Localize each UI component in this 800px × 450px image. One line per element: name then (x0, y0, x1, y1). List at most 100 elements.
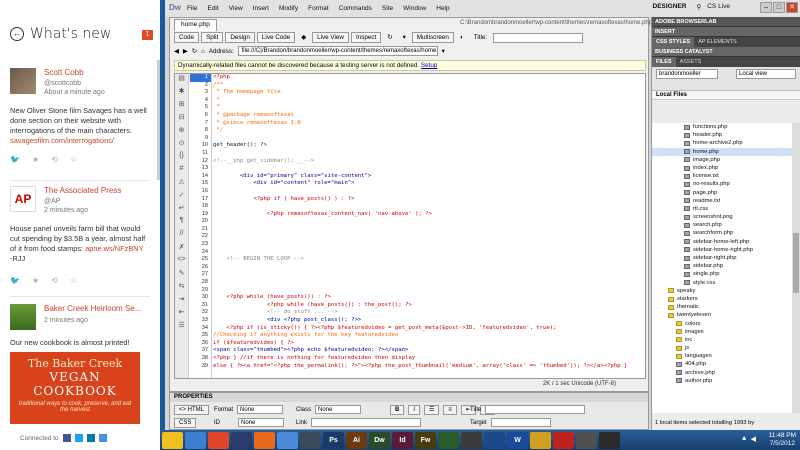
reload-icon[interactable]: ↻ (192, 48, 197, 55)
recent-snippets-icon[interactable]: ✎ (175, 269, 188, 282)
folder-item[interactable]: images (652, 328, 792, 336)
business-catalyst-header[interactable]: BUSINESS CATALYST (652, 47, 800, 57)
maximize-button[interactable]: □ (773, 2, 785, 13)
file-item[interactable]: archive.php (652, 369, 792, 377)
tab-ap-elements[interactable]: AP ELEMENTS (694, 37, 740, 47)
tweet-author-name[interactable]: Scott Cobb (44, 68, 150, 77)
volume-icon[interactable]: ◀ (751, 435, 756, 443)
taskbar-app-icon[interactable]: Dw (369, 431, 390, 449)
taskbar-app-icon[interactable]: Ps (323, 431, 344, 449)
indent-icon[interactable]: ⇥ (175, 295, 188, 308)
taskbar-app-icon[interactable] (231, 431, 252, 449)
menu-insert[interactable]: Insert (253, 5, 269, 12)
split-view-button[interactable]: Split (201, 32, 224, 43)
code-line[interactable] (213, 188, 645, 196)
address-options-icon[interactable]: ▾ (442, 48, 445, 55)
code-line[interactable]: */ (213, 127, 645, 135)
folder-item[interactable]: thematic (652, 303, 792, 311)
move-css-icon[interactable]: ⇆ (175, 282, 188, 295)
taskbar-app-icon[interactable] (254, 431, 275, 449)
code-line[interactable]: <?php while (have_posts()) : the_post();… (213, 302, 645, 310)
code-line[interactable] (213, 279, 645, 287)
menu-format[interactable]: Format (308, 5, 329, 12)
file-item[interactable]: sidebar.php (652, 262, 792, 270)
taskbar-app-icon[interactable] (208, 431, 229, 449)
taskbar-app-icon[interactable] (530, 431, 551, 449)
code-line[interactable]: * @package remaxoftexas (213, 112, 645, 120)
code-line[interactable]: <!-- do stuff ... --> (213, 309, 645, 317)
menu-window[interactable]: Window (403, 5, 426, 12)
code-line[interactable]: <!--__php get_sidebar(); __--> (213, 158, 645, 166)
title-input[interactable] (485, 405, 586, 414)
wrap-tag-icon[interactable]: <> (175, 256, 188, 269)
tweet-author-name[interactable]: Baker Creek Heirloom Se... (44, 304, 150, 313)
tab-files[interactable]: FILES (652, 57, 676, 67)
taskbar-app-icon[interactable] (162, 431, 183, 449)
taskbar-app-icon[interactable] (484, 431, 505, 449)
code-nav-icon[interactable]: ◆ (297, 33, 310, 42)
code-line[interactable]: <?php (213, 74, 645, 82)
facebook-icon[interactable] (62, 434, 71, 442)
code-line[interactable] (213, 218, 645, 226)
taskbar-app-icon[interactable]: W (507, 431, 528, 449)
live-code-button[interactable]: Live Code (256, 32, 296, 43)
format-source-icon[interactable]: ☰ (175, 321, 188, 334)
code-line[interactable]: else { ?><a href="<?php the_permalink();… (213, 363, 645, 371)
code-line[interactable]: <span class="thumbed"><?php echo $featur… (213, 347, 645, 355)
code-line[interactable]: <div id="content" role="main"> (213, 180, 645, 188)
code-line[interactable]: <div id="primary" class="site-content"> (213, 173, 645, 181)
select-parent-tag-icon[interactable]: ⊙ (175, 139, 188, 152)
reply-icon[interactable]: ★ (32, 276, 39, 285)
file-item[interactable]: rtl.css (652, 205, 792, 213)
close-button[interactable]: ✕ (786, 2, 798, 13)
menu-commands[interactable]: Commands (339, 5, 372, 12)
taskbar-app-icon[interactable]: Ai (346, 431, 367, 449)
folder-item[interactable]: languages (652, 352, 792, 360)
file-item[interactable]: 404.php (652, 360, 792, 368)
view-select[interactable]: Local view (736, 69, 796, 79)
file-item[interactable]: screenshot.png (652, 213, 792, 221)
code-line[interactable] (213, 226, 645, 234)
code-line[interactable] (213, 203, 645, 211)
file-item[interactable]: searchform.php (652, 229, 792, 237)
twitter-icon[interactable] (74, 434, 83, 442)
file-tree[interactable]: functions.php header.php home-archive2.php… (652, 123, 792, 413)
taskbar-app-icon[interactable] (553, 431, 574, 449)
inspect-button[interactable]: Inspect (350, 32, 382, 43)
collapse-tag-icon[interactable]: ⊞ (175, 100, 188, 113)
code-line[interactable] (213, 271, 645, 279)
folder-item[interactable]: colors (652, 320, 792, 328)
source-code[interactable]: <?php/** * The homepage file. * * * @pac… (213, 74, 645, 370)
open-documents-icon[interactable]: ▤ (175, 74, 188, 87)
remove-comment-icon[interactable]: ✗ (175, 243, 188, 256)
file-item[interactable]: page.php (652, 189, 792, 197)
network-icon[interactable]: ▲ (741, 435, 748, 443)
cookbook-image[interactable]: The Baker Creek VEGAN COOKBOOK tradition… (10, 352, 140, 424)
file-item[interactable]: image.php (652, 156, 792, 164)
code-view-button[interactable]: Code (174, 32, 200, 43)
workspace-switcher[interactable]: DESIGNER (653, 3, 687, 11)
taskbar-clock[interactable]: 11:48 PM 7/5/2012 (769, 432, 796, 448)
taskbar-app-icon[interactable] (599, 431, 620, 449)
tweet-author-name[interactable]: The Associated Press (44, 186, 150, 195)
file-item[interactable]: no-results.php (652, 180, 792, 188)
ap-logo-avatar[interactable]: AP (10, 186, 36, 212)
avatar[interactable] (10, 68, 36, 94)
search-icon[interactable]: ⚲ (696, 3, 701, 11)
forward-icon[interactable]: ▶ (183, 48, 188, 55)
taskbar-app-icon[interactable] (461, 431, 482, 449)
highlight-invalid-icon[interactable]: ⚠ (175, 178, 188, 191)
line-numbers-icon[interactable]: # (175, 165, 188, 178)
code-line[interactable]: if ($featuredvideo) { ?> (213, 340, 645, 348)
multiscreen-button[interactable]: Multiscreen (411, 32, 454, 43)
retweet-icon[interactable]: ⟲ (51, 276, 58, 285)
file-item[interactable]: sidebar-home-left.php (652, 238, 792, 246)
file-item[interactable]: home-archive2.php (652, 139, 792, 147)
favorite-icon[interactable]: ☆ (70, 155, 77, 164)
code-line[interactable] (213, 287, 645, 295)
code-line[interactable]: <?php } //if there is nothing for featur… (213, 355, 645, 363)
ordered-list-icon[interactable]: ≡ (443, 405, 457, 415)
scrollbar-thumb[interactable] (793, 233, 799, 293)
file-item[interactable]: style.css (652, 279, 792, 287)
avatar[interactable] (10, 304, 36, 330)
